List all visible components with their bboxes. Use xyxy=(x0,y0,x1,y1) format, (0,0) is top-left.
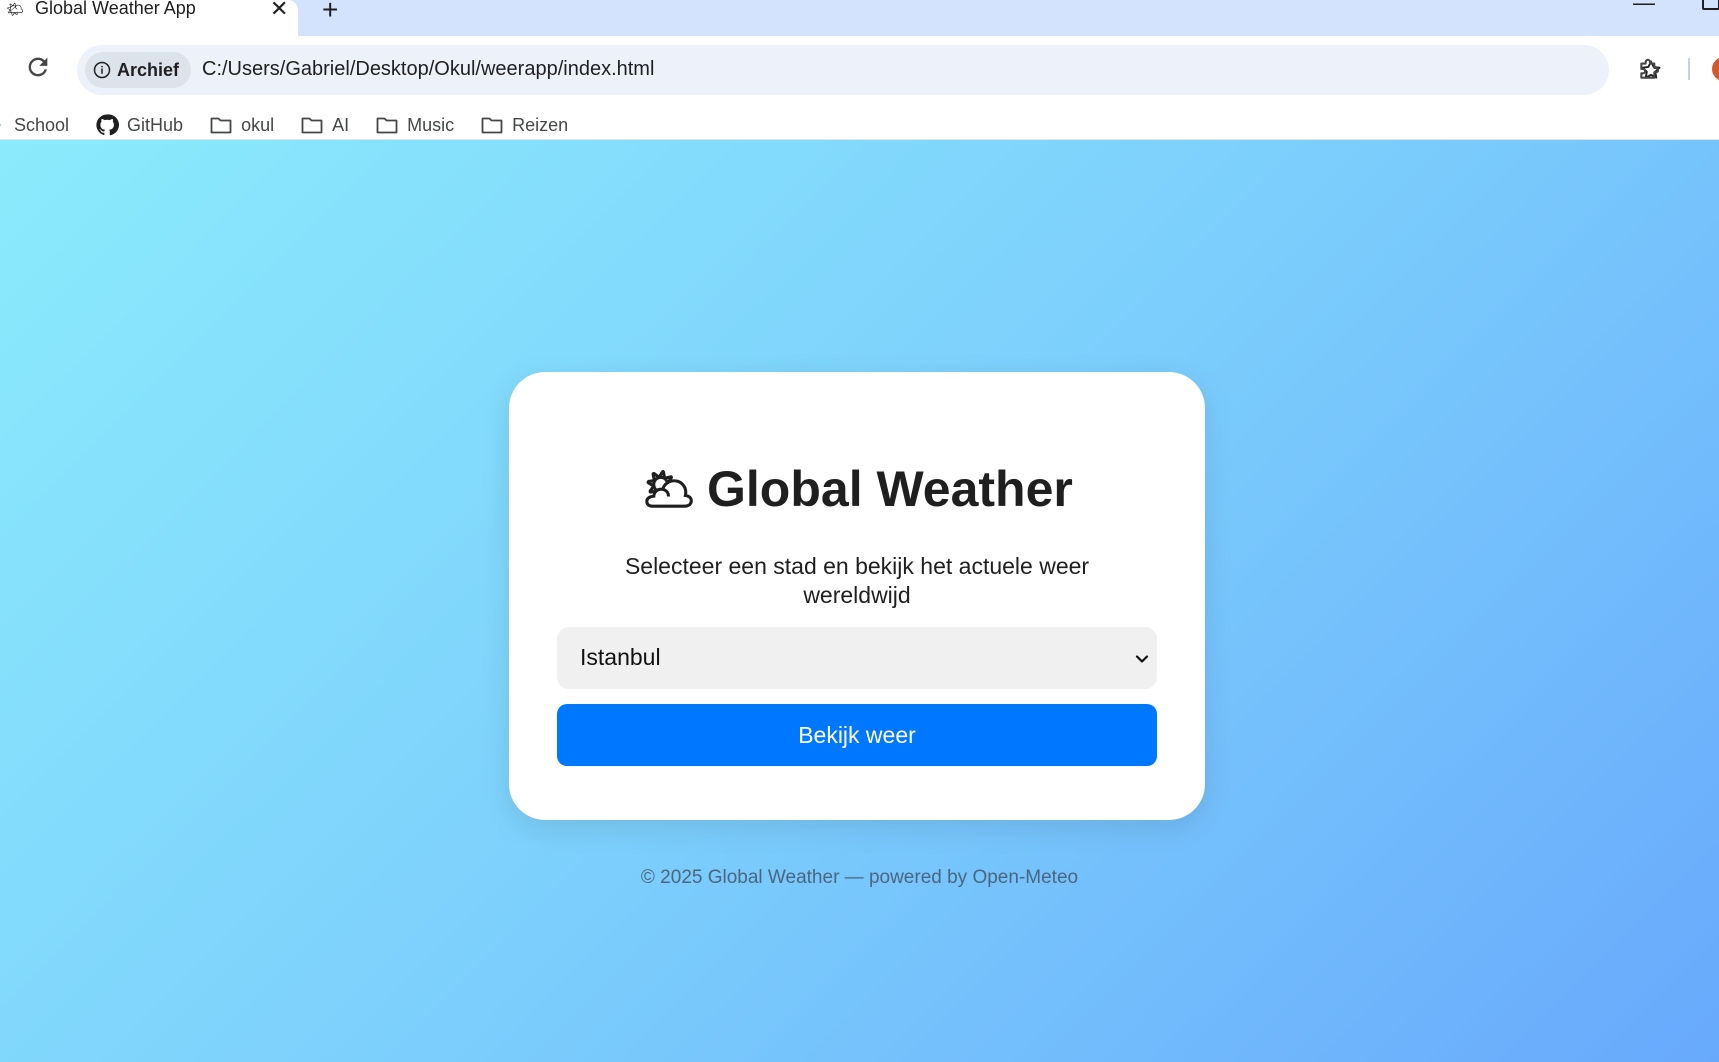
bookmark-label: okul xyxy=(241,114,275,135)
info-icon xyxy=(93,61,111,79)
page-subtitle: Selecteer een stad en bekijk het actuele… xyxy=(624,553,1090,608)
folder-icon xyxy=(210,117,232,134)
github-icon xyxy=(96,114,120,136)
bookmark-folder-music[interactable]: Music xyxy=(375,113,454,137)
bookmark-folder-okul[interactable]: okul xyxy=(209,113,274,137)
bookmark-label: School xyxy=(14,114,70,135)
weather-card: 🌥 Global Weather Selecteer een stad en be… xyxy=(509,372,1205,820)
page-content: 🌥 Global Weather Selecteer een stad en be… xyxy=(0,140,1719,1062)
school-favicon-icon xyxy=(0,123,1,127)
tab-strip: 🌤 Global Weather App ✕ + — xyxy=(0,0,1719,36)
city-select[interactable]: Istanbul xyxy=(557,627,1157,689)
profile-avatar[interactable] xyxy=(1712,57,1719,81)
bookmark-folder-reizen[interactable]: Reizen xyxy=(480,113,568,137)
address-bar[interactable]: Archief C:/Users/Gabriel/Desktop/Okul/we… xyxy=(77,45,1661,95)
folder-icon xyxy=(301,117,323,134)
url-text[interactable]: C:/Users/Gabriel/Desktop/Okul/weerapp/in… xyxy=(202,58,654,81)
browser-toolbar: Archief C:/Users/Gabriel/Desktop/Okul/we… xyxy=(0,36,1719,140)
page-title-text: Global Weather xyxy=(707,461,1073,517)
page-title: 🌥 Global Weather xyxy=(509,460,1205,518)
city-select-value: Istanbul xyxy=(580,644,661,670)
bookmarks-bar: School GitHub okul AI Music Reizen xyxy=(0,110,594,140)
toolbar-divider xyxy=(1688,58,1690,80)
bookmark-school[interactable]: School xyxy=(0,113,69,137)
bookmark-folder-ai[interactable]: AI xyxy=(300,113,349,137)
new-tab-button[interactable]: + xyxy=(322,0,338,26)
maximize-button[interactable] xyxy=(1702,0,1719,10)
weather-favicon-icon: 🌤 xyxy=(6,1,24,17)
extensions-icon[interactable] xyxy=(1637,56,1663,82)
minimize-button[interactable]: — xyxy=(1633,0,1655,16)
chevron-down-icon xyxy=(1135,655,1149,663)
tab-close-icon[interactable]: ✕ xyxy=(270,0,288,22)
site-info-chip[interactable]: Archief xyxy=(85,52,192,88)
folder-icon xyxy=(376,117,398,134)
tab-global-weather[interactable]: 🌤 Global Weather App ✕ xyxy=(0,0,298,36)
reload-icon[interactable] xyxy=(24,53,52,81)
folder-icon xyxy=(481,117,503,134)
site-chip-label: Archief xyxy=(117,59,180,80)
view-weather-button[interactable]: Bekijk weer xyxy=(557,704,1157,766)
footer-text: © 2025 Global Weather — powered by Open-… xyxy=(640,867,1079,888)
bookmark-label: AI xyxy=(332,114,350,135)
browser-window: 🌤 Global Weather App ✕ + — Archief C:/Us… xyxy=(0,0,1719,1062)
bookmark-label: GitHub xyxy=(127,114,184,135)
sun-behind-cloud-icon: 🌥 xyxy=(641,465,698,514)
bookmark-label: Music xyxy=(407,114,455,135)
bookmark-label: Reizen xyxy=(512,114,569,135)
bookmark-github[interactable]: GitHub xyxy=(95,113,183,137)
tab-title: Global Weather App xyxy=(35,0,196,18)
